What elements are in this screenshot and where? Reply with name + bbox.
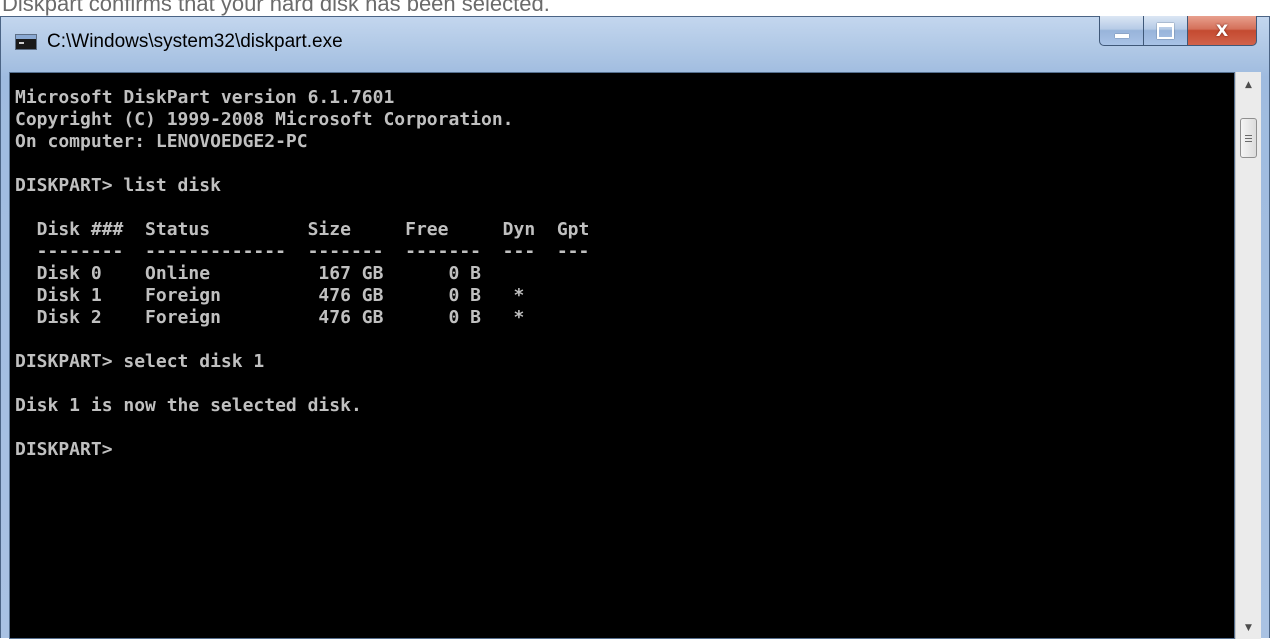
- window-title: C:\Windows\system32\diskpart.exe: [47, 31, 343, 52]
- console-line: -------- ------------- ------- ------- -…: [15, 241, 590, 262]
- console-line: Copyright (C) 1999-2008 Microsoft Corpor…: [15, 109, 514, 130]
- console-window: C:\Windows\system32\diskpart.exe X Micro…: [0, 16, 1270, 639]
- console-line: Disk 1 Foreign 476 GB 0 B *: [15, 285, 525, 306]
- console-line: DISKPART> list disk: [15, 175, 221, 196]
- console-line: On computer: LENOVOEDGE2-PC: [15, 131, 308, 152]
- console-app-icon[interactable]: [15, 34, 37, 50]
- maximize-icon: [1157, 22, 1174, 39]
- vertical-scrollbar[interactable]: ▲ ▼: [1235, 72, 1261, 639]
- console-line: Disk 2 Foreign 476 GB 0 B *: [15, 307, 525, 328]
- console-line: DISKPART>: [15, 439, 124, 460]
- scroll-down-arrow-icon[interactable]: ▼: [1236, 617, 1261, 639]
- article-caption: Diskpart confirms that your hard disk ha…: [2, 0, 550, 16]
- console-line: Disk 0 Online 167 GB 0 B: [15, 263, 481, 284]
- scroll-thumb[interactable]: [1240, 118, 1257, 158]
- console-text: Microsoft DiskPart version 6.1.7601 Copy…: [15, 87, 589, 461]
- console-line: DISKPART> select disk 1: [15, 351, 265, 372]
- thumb-grip-line: [1245, 134, 1252, 136]
- close-icon: X: [1215, 21, 1229, 40]
- console-line: Microsoft DiskPart version 6.1.7601: [15, 87, 395, 108]
- scroll-up-arrow-icon[interactable]: ▲: [1236, 74, 1261, 96]
- title-bar[interactable]: C:\Windows\system32\diskpart.exe X: [1, 16, 1269, 72]
- thumb-grip-line: [1245, 137, 1252, 139]
- thumb-grip-line: [1245, 140, 1252, 142]
- minimize-icon: [1114, 33, 1129, 38]
- maximize-button[interactable]: [1143, 16, 1187, 46]
- console-line: Disk 1 is now the selected disk.: [15, 395, 362, 416]
- minimize-button[interactable]: [1099, 16, 1143, 46]
- caption-buttons: X: [1099, 16, 1257, 46]
- console-output[interactable]: Microsoft DiskPart version 6.1.7601 Copy…: [9, 72, 1235, 639]
- close-button[interactable]: X: [1187, 16, 1257, 46]
- console-line: Disk ### Status Size Free Dyn Gpt: [15, 219, 590, 240]
